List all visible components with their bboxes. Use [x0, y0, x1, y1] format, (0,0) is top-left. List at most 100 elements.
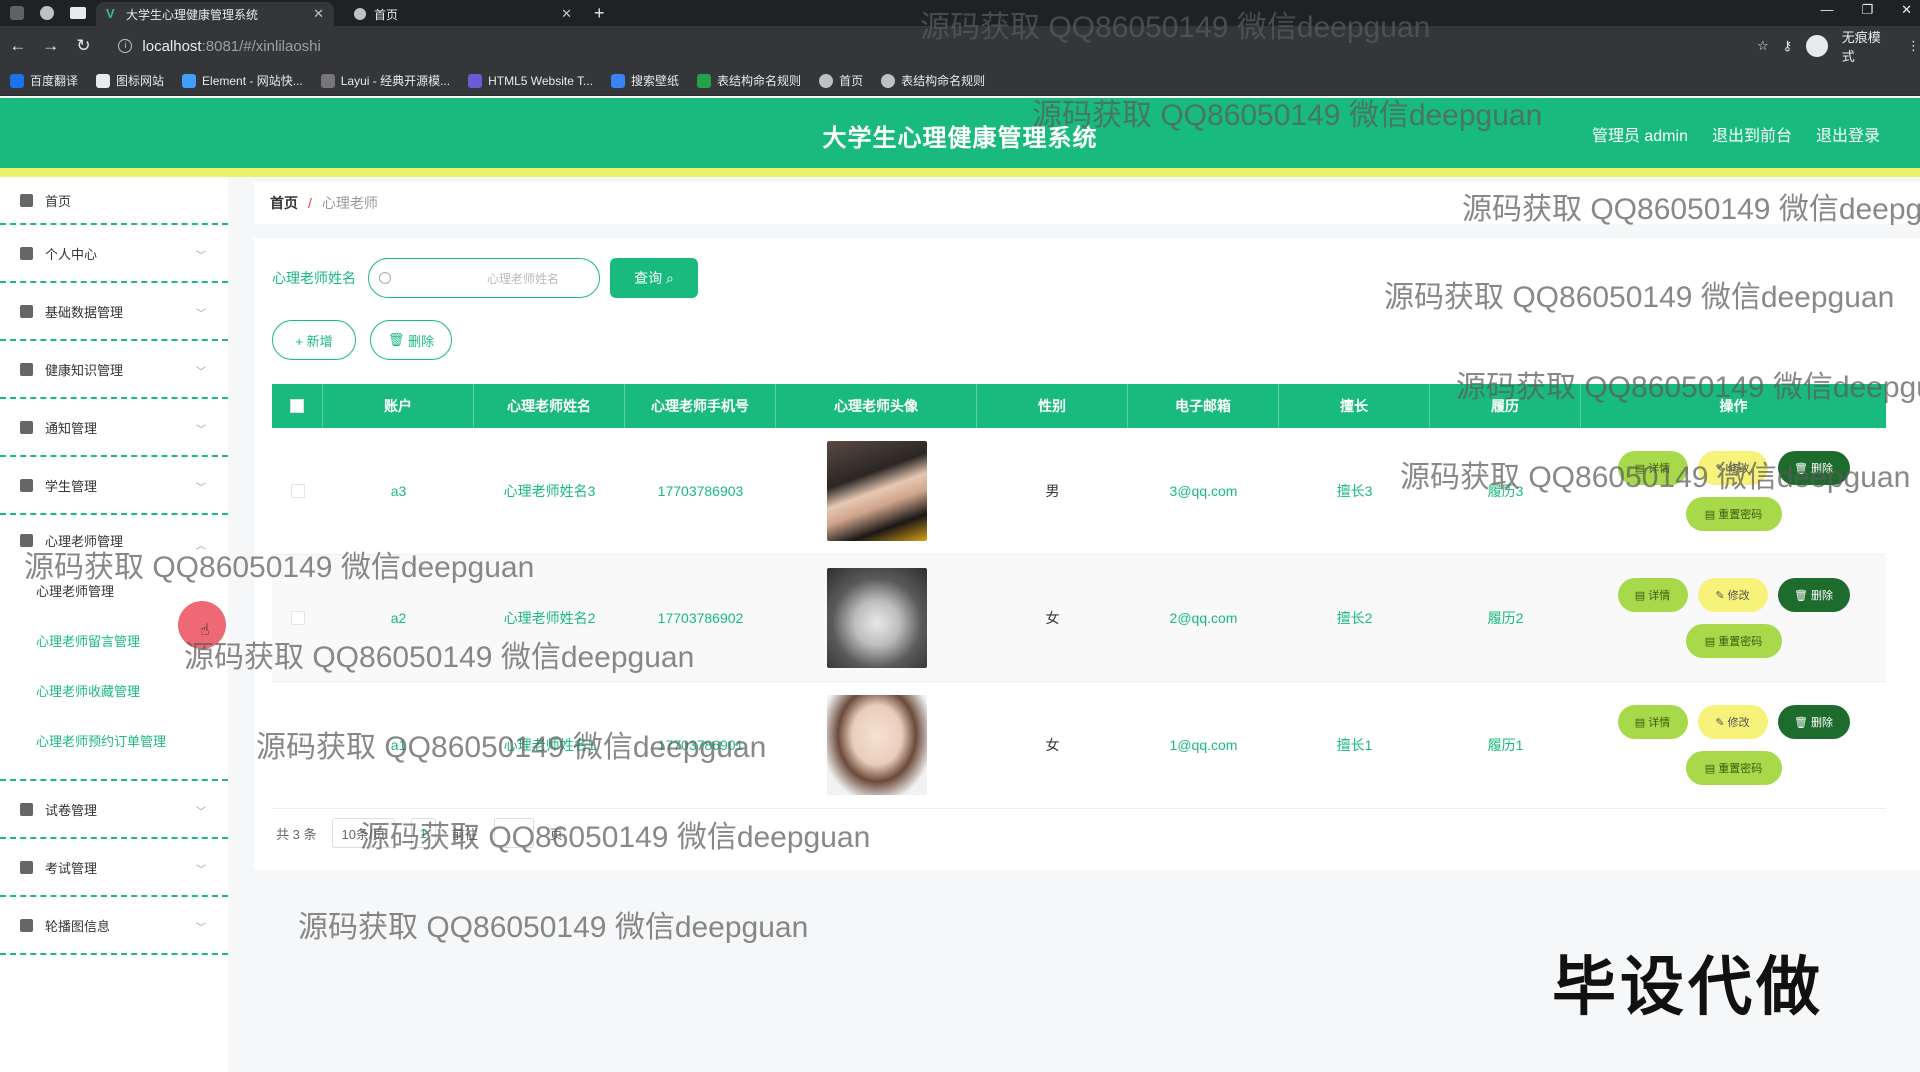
row-delete-button[interactable]: 🗑 删除: [1777, 451, 1850, 485]
chevron-down-icon: ﹀: [196, 923, 206, 934]
cell-gender: 女: [1045, 610, 1060, 626]
back-icon[interactable]: ←: [3, 36, 33, 56]
pager-total: 共 3 条: [276, 826, 317, 842]
menu-icon[interactable]: ⋮: [1907, 38, 1920, 54]
breadcrumb-home[interactable]: 首页: [270, 193, 298, 213]
search-label: 心理老师姓名: [272, 270, 356, 286]
row-delete-button[interactable]: 🗑 删除: [1777, 705, 1850, 739]
info-icon[interactable]: i: [118, 39, 133, 53]
globe-icon: [354, 8, 366, 20]
add-button[interactable]: + 新增: [272, 320, 356, 360]
sidebar-item-papers[interactable]: 试卷管理 ﹀: [0, 781, 228, 839]
cell-specialty: 擅长2: [1336, 610, 1373, 626]
query-button[interactable]: 查询 ⌕: [610, 258, 698, 298]
star-icon[interactable]: ☆: [1757, 38, 1769, 54]
cell-phone: 17703786901: [657, 737, 744, 753]
teacher-avatar[interactable]: [826, 441, 927, 541]
globe-icon: [819, 73, 834, 88]
sidebar-item-basic-data[interactable]: 基础数据管理 ﹀: [0, 283, 228, 341]
row-checkbox[interactable]: [290, 738, 305, 752]
sidebar-item-students[interactable]: 学生管理 ﹀: [0, 457, 228, 515]
sidebar-item-profile[interactable]: 个人中心 ﹀: [0, 225, 228, 283]
sidebar-item-exams[interactable]: 考试管理 ﹀: [0, 839, 228, 897]
close-tab-icon[interactable]: ✕: [313, 6, 324, 22]
window-close-icon[interactable]: ✕: [1901, 2, 1912, 18]
key-icon[interactable]: ⚷: [1783, 38, 1793, 54]
sidebar-item-notice[interactable]: 通知管理 ﹀: [0, 399, 228, 457]
browser-tab[interactable]: 首页 ✕: [344, 2, 582, 26]
detail-button[interactable]: ▤ 详情: [1617, 705, 1688, 739]
cell-resume: 履历2: [1487, 610, 1524, 626]
bookmark-item[interactable]: 图标网站: [96, 72, 164, 89]
row-checkbox[interactable]: [290, 484, 305, 498]
page-number[interactable]: 1: [410, 818, 436, 848]
new-tab-icon[interactable]: +: [594, 2, 605, 26]
bookmark-item[interactable]: Element - 网站快...: [182, 72, 303, 89]
home-icon: [20, 193, 33, 207]
edit-button[interactable]: ✎ 修改: [1697, 578, 1768, 612]
clock-icon: [20, 362, 33, 376]
cell-account: a3: [390, 483, 407, 499]
globe-icon[interactable]: [40, 6, 54, 20]
pencil-icon: ✎: [1715, 716, 1725, 729]
bookmark-item[interactable]: HTML5 Website T...: [468, 73, 593, 88]
row-delete-button[interactable]: 🗑 删除: [1777, 578, 1850, 612]
header-accent-bar: [0, 168, 1920, 177]
front-link[interactable]: 退出到前台: [1712, 122, 1792, 146]
doc-icon: ▤: [1704, 508, 1716, 521]
search-input[interactable]: 心理老师姓名: [368, 258, 600, 298]
bookmark-item[interactable]: 首页: [819, 72, 863, 89]
sidebar-item-home[interactable]: 首页: [0, 177, 228, 225]
page-size-select[interactable]: 10条/页: [332, 818, 395, 848]
incognito-icon[interactable]: [1806, 35, 1828, 57]
reset-password-button[interactable]: ▤ 重置密码: [1685, 497, 1782, 531]
edit-button[interactable]: ✎ 修改: [1697, 451, 1768, 485]
minimize-icon[interactable]: —: [1820, 2, 1833, 18]
search-placeholder: 心理老师姓名: [487, 271, 560, 286]
row-checkbox[interactable]: [290, 611, 305, 625]
cell-phone: 17703786903: [657, 483, 744, 499]
watermark: 源码获取 QQ86050149 微信deepguan: [298, 911, 809, 944]
bookmark-item[interactable]: 搜索壁纸: [611, 72, 679, 89]
reset-password-button[interactable]: ▤ 重置密码: [1685, 751, 1782, 785]
reset-password-button[interactable]: ▤ 重置密码: [1685, 624, 1782, 658]
chat-icon: [20, 304, 33, 318]
hand-cursor-icon: ☝: [200, 622, 210, 639]
sidebar-item-knowledge[interactable]: 健康知识管理 ﹀: [0, 341, 228, 399]
bookmark-item[interactable]: 表结构命名规则: [881, 72, 985, 89]
teacher-avatar[interactable]: [826, 695, 927, 795]
doc-icon: ▤: [1634, 716, 1646, 729]
browser-tab-active[interactable]: V 大学生心理健康管理系统 ✕: [96, 2, 334, 26]
logout-link[interactable]: 退出登录: [1816, 122, 1880, 146]
notice-icon: [20, 420, 33, 434]
detail-button[interactable]: ▤ 详情: [1617, 451, 1688, 485]
close-tab-icon[interactable]: ✕: [561, 6, 572, 22]
sidebar-subitem-teacher-favorites[interactable]: 心理老师收藏管理: [0, 665, 228, 715]
sidebar-subitem-teacher-orders[interactable]: 心理老师预约订单管理: [0, 715, 228, 765]
reload-icon[interactable]: ↻: [69, 36, 99, 56]
detail-button[interactable]: ▤ 详情: [1617, 578, 1688, 612]
sidebar-item-carousel[interactable]: 轮播图信息 ﹀: [0, 897, 228, 955]
edit-button[interactable]: ✎ 修改: [1697, 705, 1768, 739]
layui-icon: [320, 73, 335, 88]
teacher-avatar[interactable]: [826, 568, 927, 668]
doc-icon: ▤: [1704, 635, 1716, 648]
col-name: 心理老师姓名: [474, 384, 625, 428]
bookmark-item[interactable]: Layui - 经典开源模...: [320, 72, 450, 89]
window-icon[interactable]: [70, 7, 86, 19]
sidebar-item-teacher-group[interactable]: 心理老师管理 ︿: [0, 515, 228, 565]
bookmark-item[interactable]: 百度翻译: [10, 72, 78, 89]
chevron-down-icon: ﹀: [196, 309, 206, 320]
goto-page-input[interactable]: [493, 818, 534, 848]
address-bar[interactable]: i localhost:8081/#/xinlilaoshi: [108, 31, 1757, 61]
select-all-checkbox[interactable]: [290, 399, 304, 413]
forward-icon[interactable]: →: [36, 36, 66, 56]
delete-button[interactable]: 🗑 删除: [370, 320, 452, 360]
url-host: localhost: [142, 37, 202, 55]
bookmarks-bar: 百度翻译 图标网站 Element - 网站快... Layui - 经典开源模…: [0, 66, 1920, 96]
admin-user-link[interactable]: 管理员 admin: [1592, 122, 1688, 146]
cell-name: 心理老师姓名1: [503, 737, 596, 753]
restore-icon[interactable]: ❐: [1861, 2, 1873, 18]
bookmark-item[interactable]: 表结构命名规则: [697, 72, 801, 89]
app-icon[interactable]: [10, 6, 24, 20]
